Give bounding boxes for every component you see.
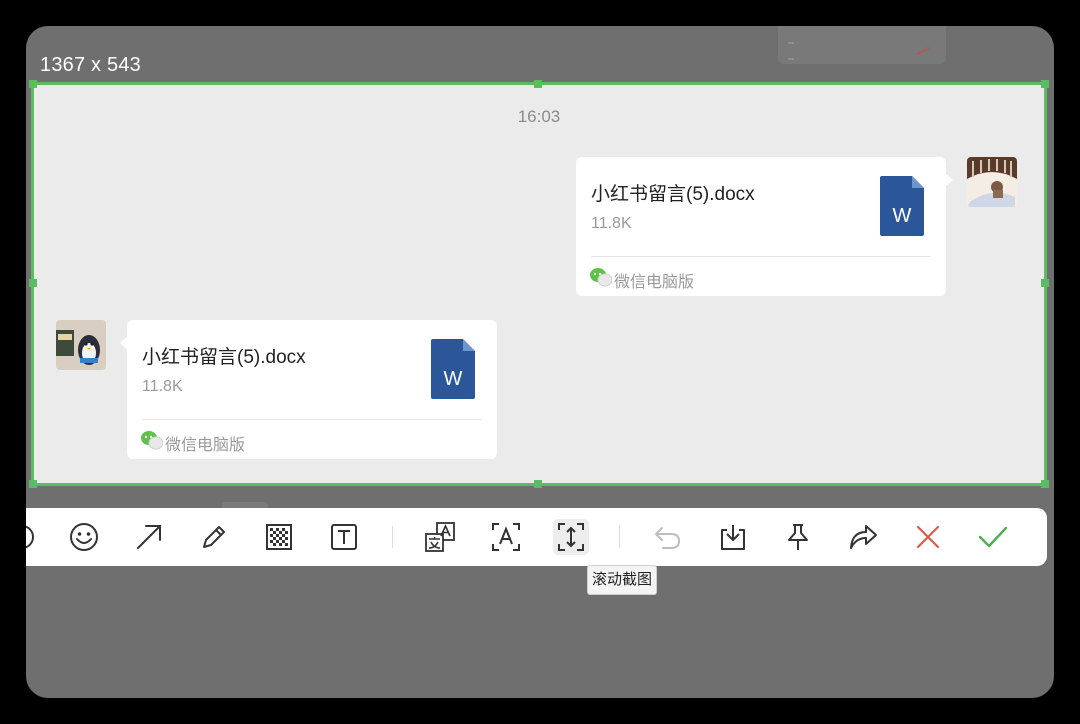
source-label: 微信电脑版 — [165, 437, 246, 454]
chat-timestamp: 16:03 — [517, 107, 561, 126]
arrow-icon[interactable] — [131, 519, 167, 555]
resize-handle-b[interactable] — [534, 480, 542, 488]
cancel-icon[interactable] — [910, 519, 946, 555]
ellipse-tool-icon[interactable] — [26, 519, 40, 555]
resize-handle-t[interactable] — [534, 80, 542, 88]
selection-size-label: 1367 x 543 — [40, 54, 141, 76]
resize-handle-tl[interactable] — [29, 80, 37, 88]
translate-icon[interactable] — [422, 519, 458, 555]
emoji-icon[interactable] — [66, 519, 102, 555]
resize-handle-l[interactable] — [29, 279, 37, 287]
mosaic-icon[interactable] — [261, 519, 297, 555]
bubble-divider — [142, 419, 482, 420]
screenshot-window: 1367 x 543 16:03 小红书留言(5).docx 11.8K W 微… — [26, 26, 1054, 698]
scroll-capture-icon[interactable] — [553, 519, 589, 555]
file-name: 小红书留言(5).docx — [142, 347, 306, 368]
undo-icon[interactable] — [650, 519, 686, 555]
file-message-bubble[interactable]: 小红书留言(5).docx 11.8K W 微信电脑版 — [120, 320, 497, 459]
resize-handle-br[interactable] — [1041, 480, 1049, 488]
avatar-contact[interactable] — [56, 320, 106, 370]
text-icon[interactable] — [326, 519, 362, 555]
source-label: 微信电脑版 — [614, 274, 695, 291]
toolbar-separator — [392, 526, 393, 548]
confirm-icon[interactable] — [975, 519, 1011, 555]
capture-selection-area[interactable]: 16:03 小红书留言(5).docx 11.8K W 微信电脑版 小红书留言(… — [29, 80, 1049, 488]
avatar-self[interactable] — [967, 157, 1017, 207]
file-size: 11.8K — [591, 215, 632, 232]
toolbar-separator — [619, 526, 620, 548]
word-doc-icon: W — [880, 176, 924, 236]
file-name: 小红书留言(5).docx — [591, 184, 755, 205]
wechat-icon — [590, 268, 612, 287]
share-icon[interactable] — [845, 519, 881, 555]
bubble-divider — [591, 256, 931, 257]
ocr-icon[interactable] — [488, 519, 524, 555]
pencil-icon[interactable] — [196, 519, 232, 555]
tooltip-scroll-capture: 滚动截图 — [587, 565, 658, 595]
resize-handle-bl[interactable] — [29, 480, 37, 488]
resize-handle-r[interactable] — [1041, 279, 1049, 287]
file-message-bubble[interactable]: 小红书留言(5).docx 11.8K W 微信电脑版 — [576, 157, 953, 296]
file-size: 11.8K — [142, 378, 183, 395]
pin-icon[interactable] — [780, 519, 816, 555]
svg-text:W: W — [893, 205, 912, 227]
word-doc-icon: W — [431, 339, 475, 399]
background-window-peek — [778, 26, 946, 64]
svg-text:W: W — [444, 368, 463, 390]
wechat-icon — [141, 431, 163, 450]
annotation-toolbar — [26, 508, 1047, 566]
download-icon[interactable] — [715, 519, 751, 555]
resize-handle-tr[interactable] — [1041, 80, 1049, 88]
